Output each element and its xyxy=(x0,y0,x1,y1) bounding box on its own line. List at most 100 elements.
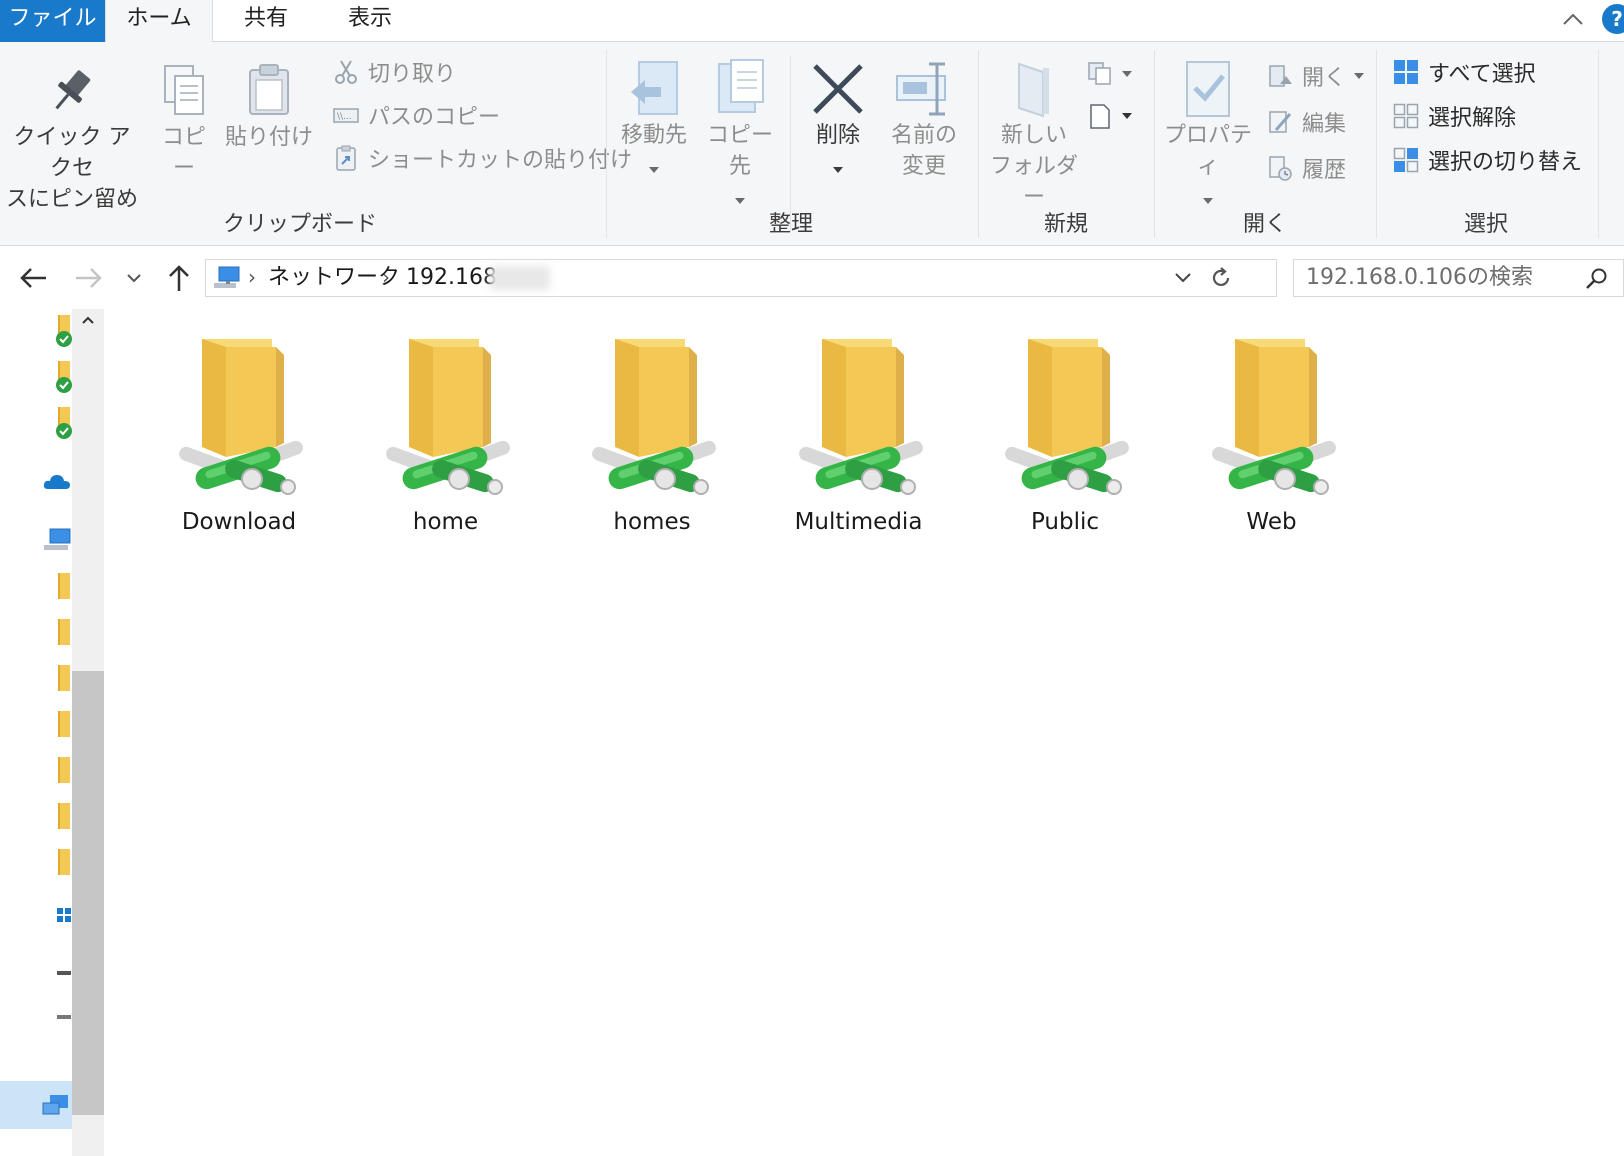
pin-to-quick-access-button[interactable]: クイック アクセ スにピン留め xyxy=(4,62,140,215)
paste-shortcut-label: ショートカットの貼り付け xyxy=(368,148,633,173)
search-box[interactable]: 192.168.0.106の検索 xyxy=(1293,259,1624,297)
nav-folder-icon[interactable] xyxy=(58,665,70,691)
network-computer-icon xyxy=(214,266,240,288)
search-icon[interactable] xyxy=(1584,266,1610,292)
new-item-button[interactable] xyxy=(1086,56,1132,92)
nav-folder-icon[interactable] xyxy=(58,573,70,599)
copy-label: コピー xyxy=(161,125,206,181)
file-list: Download home homes Multimedia Public Web xyxy=(104,309,1624,1156)
properties-icon xyxy=(1186,61,1230,117)
select-none-button[interactable]: 選択解除 xyxy=(1392,98,1516,134)
copy-to-dropdown-icon xyxy=(735,198,745,204)
shared-folder-item[interactable]: homes xyxy=(557,329,747,559)
copy-path-button[interactable]: \\... パスのコピー xyxy=(332,97,500,133)
easy-access-icon xyxy=(1090,104,1110,129)
copy-button[interactable]: コピー xyxy=(152,62,216,184)
tab-share[interactable]: 共有 xyxy=(222,0,310,42)
shared-folder-item[interactable]: Web xyxy=(1177,329,1367,559)
onedrive-cloud-icon[interactable] xyxy=(42,467,72,495)
move-to-button[interactable]: 移動先 xyxy=(616,58,692,182)
redacted-address xyxy=(490,266,550,290)
navigation-scrollbar-thumb[interactable] xyxy=(72,671,104,1115)
address-bar[interactable]: › ネットワーク › 192.168 xyxy=(205,259,1277,297)
refresh-icon[interactable] xyxy=(1208,265,1234,291)
help-icon[interactable]: ? xyxy=(1602,4,1624,34)
folder-name: Public xyxy=(1030,509,1100,535)
folder-name: Download xyxy=(181,509,297,535)
rename-label-line2: 変更 xyxy=(901,154,946,179)
collapse-ribbon-icon[interactable] xyxy=(1560,6,1586,32)
organize-group-label: 整理 xyxy=(768,212,813,237)
breadcrumb-host[interactable]: 192.168 xyxy=(406,260,497,296)
invert-selection-label: 選択の切り替え xyxy=(1428,150,1583,175)
new-item-dropdown-icon xyxy=(1122,71,1132,77)
up-arrow-icon[interactable] xyxy=(160,259,198,297)
folder-name: home xyxy=(412,509,479,535)
scroll-up-chevron-icon[interactable] xyxy=(80,313,96,327)
scissors-icon xyxy=(335,60,357,84)
new-folder-label-line1: 新しい xyxy=(1000,123,1067,148)
new-item-icon xyxy=(1088,62,1111,85)
new-folder-button[interactable]: 新しい フォルダー xyxy=(984,58,1084,213)
cut-button[interactable]: 切り取り xyxy=(332,54,456,90)
open-dropdown-icon xyxy=(1354,73,1365,79)
shared-folder-item[interactable]: Download xyxy=(144,329,334,559)
drive-icon[interactable] xyxy=(56,959,72,987)
shared-folder-icon xyxy=(179,339,303,495)
drive-icon[interactable] xyxy=(56,1003,72,1031)
history-button[interactable]: 履歴 xyxy=(1266,150,1346,186)
address-history-chevron-icon[interactable] xyxy=(1172,268,1194,288)
edit-icon xyxy=(1269,111,1292,133)
ribbon: クイック アクセ スにピン留め コピー 貼り付け 切り取り \\... パスのコ… xyxy=(0,42,1624,246)
open-icon xyxy=(1269,65,1292,87)
pin-label-line1: クイック アクセ xyxy=(13,125,131,181)
file-explorer-window: ファイル ホーム 共有 表示 ? クイック アクセ スにピン留め コピー 貼り付… xyxy=(0,0,1624,1156)
history-icon xyxy=(1269,156,1292,181)
nav-folder-icon[interactable] xyxy=(58,757,70,783)
folder-name: Multimedia xyxy=(794,509,923,535)
paste-button[interactable]: 貼り付け xyxy=(224,62,314,153)
invert-selection-button[interactable]: 選択の切り替え xyxy=(1392,142,1582,178)
windows-drive-icon[interactable] xyxy=(56,901,72,929)
shared-folder-icon xyxy=(798,339,923,495)
recent-locations-chevron-icon[interactable] xyxy=(120,259,148,297)
nav-folder-icon[interactable] xyxy=(58,711,70,737)
paste-shortcut-button[interactable]: ショートカットの貼り付け xyxy=(332,140,632,176)
breadcrumb-chevron-icon[interactable]: › xyxy=(248,260,256,296)
shared-folder-icon xyxy=(1005,339,1129,495)
copy-to-button[interactable]: コピー先 xyxy=(700,58,780,213)
breadcrumb-network[interactable]: ネットワーク xyxy=(268,260,400,296)
copy-to-icon xyxy=(718,59,764,113)
tab-file[interactable]: ファイル xyxy=(0,0,105,42)
tab-view[interactable]: 表示 xyxy=(326,0,414,42)
rename-button[interactable]: 名前の 変更 xyxy=(882,58,966,182)
open-button[interactable]: 開く xyxy=(1266,58,1365,94)
delete-button[interactable]: 削除 xyxy=(800,58,876,182)
select-all-button[interactable]: すべて選択 xyxy=(1392,54,1536,90)
nav-folder-icon[interactable] xyxy=(58,803,70,829)
select-all-label: すべて選択 xyxy=(1428,62,1536,87)
move-to-dropdown-icon xyxy=(649,167,659,173)
edit-button[interactable]: 編集 xyxy=(1266,104,1346,140)
move-to-label: 移動先 xyxy=(620,123,687,148)
shared-folder-item[interactable]: home xyxy=(351,329,541,559)
properties-button[interactable]: プロパティ xyxy=(1158,58,1258,213)
forward-arrow-icon[interactable] xyxy=(70,259,108,297)
shared-folder-item[interactable]: Public xyxy=(970,329,1160,559)
navigation-scrollbar[interactable] xyxy=(72,309,104,1156)
folder-name: Web xyxy=(1246,509,1297,535)
network-icon[interactable] xyxy=(40,1091,72,1119)
breadcrumb-chevron-icon[interactable]: › xyxy=(382,260,390,296)
copy-path-icon: \\... xyxy=(333,108,359,123)
edit-label: 編集 xyxy=(1302,112,1347,137)
this-pc-icon[interactable] xyxy=(40,527,72,555)
new-group-label: 新規 xyxy=(1043,212,1088,237)
nav-folder-icon[interactable] xyxy=(58,849,70,875)
properties-dropdown-icon xyxy=(1203,198,1213,204)
nav-folder-icon[interactable] xyxy=(58,619,70,645)
easy-access-button[interactable] xyxy=(1086,98,1132,134)
shared-folder-item[interactable]: Multimedia xyxy=(764,329,954,559)
shared-folder-icon xyxy=(592,339,716,495)
back-arrow-icon[interactable] xyxy=(14,259,52,297)
tab-home[interactable]: ホーム xyxy=(105,0,213,43)
